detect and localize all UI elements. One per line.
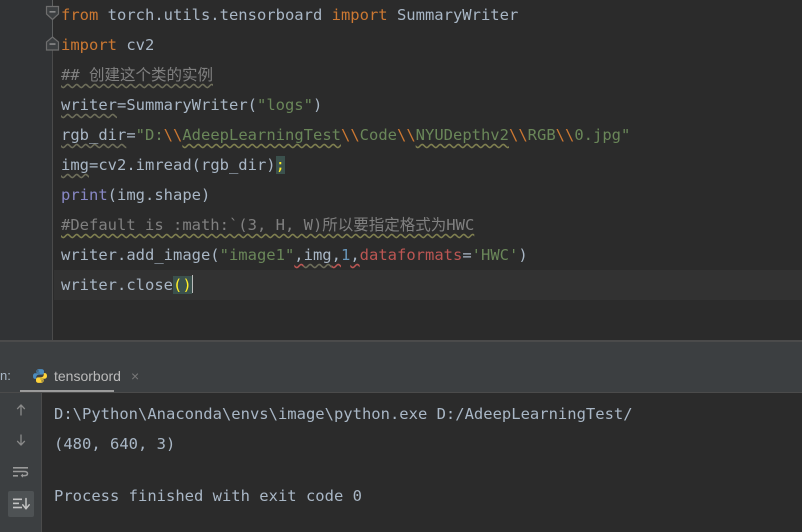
scroll-up-button[interactable] bbox=[8, 397, 34, 423]
code-line[interactable]: import cv2 bbox=[54, 30, 802, 60]
code-token: writer.add_image( bbox=[61, 246, 220, 264]
text-caret bbox=[191, 275, 193, 293]
code-token: \\ bbox=[396, 126, 416, 144]
code-token: \\ bbox=[555, 126, 575, 144]
scroll-to-end-icon bbox=[12, 496, 30, 512]
code-token: ## 创建这个类的实例 bbox=[61, 66, 213, 84]
code-token: 'HWC' bbox=[471, 246, 519, 264]
code-token: \\ bbox=[163, 126, 183, 144]
code-token: "image1" bbox=[219, 246, 295, 264]
pycharm-window: from torch.utils.tensorboard import Summ… bbox=[0, 0, 802, 532]
code-token: writer.close bbox=[61, 276, 173, 294]
code-editor[interactable]: from torch.utils.tensorboard import Summ… bbox=[0, 0, 802, 340]
console-line: D:\Python\Anaconda\envs\image\python.exe… bbox=[54, 405, 633, 423]
code-token: = bbox=[462, 246, 472, 264]
code-line[interactable]: img=cv2.imread(rgb_dir); bbox=[54, 150, 802, 180]
code-token: torch.utils.tensorboard bbox=[98, 6, 332, 24]
run-panel-title: n: bbox=[0, 368, 11, 383]
code-token: Code bbox=[359, 126, 397, 144]
code-line[interactable]: writer.close() bbox=[54, 270, 802, 300]
run-tab-label: tensorbord bbox=[54, 368, 121, 384]
code-token: =SummaryWriter( bbox=[117, 96, 257, 114]
code-token: #Default is :math:`(3, H, W)所以要指定格式为HWC bbox=[61, 216, 475, 234]
code-token: import bbox=[61, 36, 117, 54]
code-token: img bbox=[303, 246, 332, 264]
code-token: 1 bbox=[340, 246, 351, 264]
console-line: Process finished with exit code 0 bbox=[54, 487, 362, 505]
code-line[interactable]: writer.add_image("image1",img,1,dataform… bbox=[54, 240, 802, 270]
soft-wrap-button[interactable] bbox=[8, 459, 34, 485]
run-panel-header: n: tensorbord × bbox=[0, 360, 802, 393]
code-token: SummaryWriter bbox=[387, 6, 519, 24]
console-side-toolbar bbox=[0, 393, 41, 532]
code-token: dataformats bbox=[359, 246, 463, 264]
code-token: ) bbox=[312, 96, 323, 114]
code-line[interactable]: print(img.shape) bbox=[54, 180, 802, 210]
scroll-to-end-button[interactable] bbox=[8, 491, 34, 517]
code-line[interactable]: #Default is :math:`(3, H, W)所以要指定格式为HWC bbox=[54, 210, 802, 240]
code-token: \\ bbox=[508, 126, 528, 144]
code-token: , bbox=[350, 246, 360, 264]
console-output[interactable]: D:\Python\Anaconda\envs\image\python.exe… bbox=[41, 393, 802, 532]
code-token: 0.jpg" bbox=[574, 126, 631, 144]
code-token: \\ bbox=[340, 126, 360, 144]
panel-gap bbox=[0, 342, 802, 360]
code-token: import bbox=[331, 6, 388, 24]
code-token: , bbox=[294, 246, 304, 264]
code-token: RGB bbox=[527, 126, 556, 144]
code-token: =cv2.imread(rgb_dir) bbox=[89, 156, 276, 174]
arrow-down-icon bbox=[13, 432, 29, 448]
code-line[interactable]: rgb_dir="D:\\AdeepLearningTest\\Code\\NY… bbox=[54, 120, 802, 150]
console-line: (480, 640, 3) bbox=[54, 435, 176, 453]
close-icon[interactable]: × bbox=[131, 368, 139, 384]
code-token: () bbox=[172, 276, 192, 294]
code-line[interactable]: ## 创建这个类的实例 bbox=[54, 60, 802, 90]
code-token: img bbox=[61, 156, 89, 174]
code-token: from bbox=[61, 6, 99, 24]
code-token: writer bbox=[61, 96, 117, 114]
code-token: rgb_dir bbox=[61, 126, 127, 144]
code-token: AdeepLearningTest bbox=[182, 126, 341, 144]
python-icon bbox=[32, 368, 48, 384]
code-token: , bbox=[331, 246, 341, 264]
run-tab-tensorbord[interactable]: tensorbord × bbox=[22, 360, 149, 392]
scroll-down-button[interactable] bbox=[8, 427, 34, 453]
code-token: (img.shape) bbox=[107, 186, 211, 204]
code-line[interactable]: from torch.utils.tensorboard import Summ… bbox=[54, 0, 802, 30]
soft-wrap-icon bbox=[12, 464, 30, 480]
editor-gutter[interactable] bbox=[0, 0, 60, 340]
code-token: ) bbox=[518, 246, 528, 264]
run-tool-window: n: tensorbord × D:\Python\Anaconda\envs\… bbox=[0, 360, 802, 532]
code-token: NYUDepthv2 bbox=[415, 126, 509, 144]
code-token: ; bbox=[275, 156, 285, 174]
code-line[interactable]: writer=SummaryWriter("logs") bbox=[54, 90, 802, 120]
code-token: "D: bbox=[135, 126, 164, 144]
arrow-up-icon bbox=[13, 402, 29, 418]
code-token: cv2 bbox=[117, 36, 155, 54]
code-token: "logs" bbox=[256, 96, 313, 114]
code-lines-container[interactable]: from torch.utils.tensorboard import Summ… bbox=[54, 0, 802, 340]
run-panel-body: D:\Python\Anaconda\envs\image\python.exe… bbox=[0, 393, 802, 532]
code-token: = bbox=[126, 126, 136, 144]
code-token: print bbox=[61, 186, 108, 204]
